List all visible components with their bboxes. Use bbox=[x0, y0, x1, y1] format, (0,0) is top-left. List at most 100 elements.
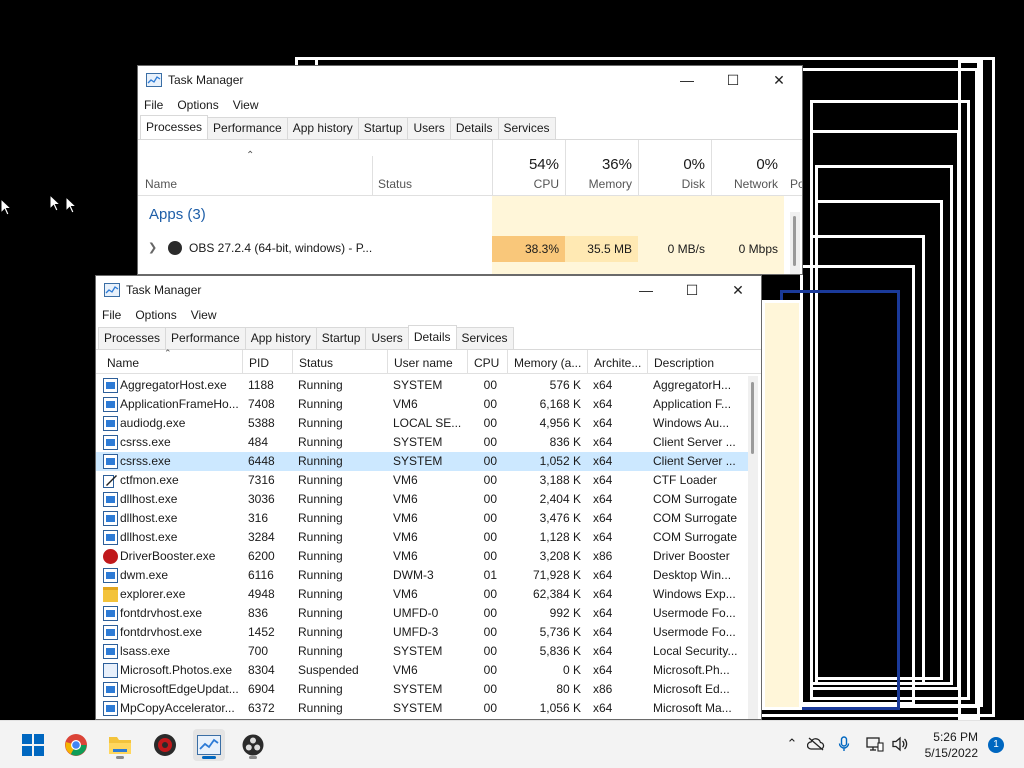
title-bar[interactable]: Task Manager — ☐ ✕ bbox=[96, 276, 761, 304]
tab-startup[interactable]: Startup bbox=[315, 327, 367, 349]
cell-pid: 4948 bbox=[248, 587, 275, 601]
table-row[interactable]: dwm.exe 6116 Running DWM-3 01 71,928 K x64 Desk… bbox=[96, 566, 751, 585]
table-row[interactable]: AggregatorHost.exe 1188 Running SYSTEM 00 576… bbox=[96, 376, 751, 395]
menu-view[interactable]: View bbox=[191, 308, 217, 322]
column-header-network[interactable]: 0% Network bbox=[711, 140, 784, 196]
taskbar-clock[interactable]: 5:26 PM 5/15/2022 bbox=[925, 729, 978, 761]
tab-performance[interactable]: Performance bbox=[165, 327, 246, 349]
table-row[interactable]: ctfmon.exe 7316 Running VM6 00 3,188 K x64 CTF … bbox=[96, 471, 751, 490]
cell-architecture: x64 bbox=[593, 530, 613, 544]
table-row[interactable]: ApplicationFrameHo... 7408 Running VM6 00 6,1… bbox=[96, 395, 751, 414]
tab-details[interactable]: Details bbox=[407, 325, 457, 349]
table-row[interactable]: DriverBooster.exe 6200 Running VM6 00 3,208 K… bbox=[96, 547, 751, 566]
cell-cpu: 00 bbox=[483, 530, 497, 544]
close-button[interactable]: ✕ bbox=[715, 276, 761, 304]
taskbar-chrome[interactable] bbox=[60, 729, 92, 761]
task-manager-window-processes[interactable]: Task Manager — ☐ ✕ File Options View Pro… bbox=[137, 65, 803, 275]
table-row[interactable]: Microsoft.Photos.exe 8304 Suspended VM6 00 0 … bbox=[96, 661, 751, 680]
column-header-status[interactable]: Status bbox=[292, 350, 387, 374]
tab-services[interactable]: Services bbox=[455, 327, 514, 349]
menu-options[interactable]: Options bbox=[177, 98, 218, 112]
table-row[interactable]: explorer.exe 4948 Running VM6 00 62,384 K x64 W… bbox=[96, 585, 751, 604]
application-icon bbox=[103, 397, 118, 412]
column-header-description[interactable]: Description bbox=[647, 350, 745, 374]
process-row[interactable]: ❯ OBS 27.2.4 (64-bit, windows) - P... 38… bbox=[138, 236, 802, 262]
application-icon bbox=[103, 435, 118, 450]
cell-architecture: x64 bbox=[593, 435, 613, 449]
column-header-power[interactable]: Po bbox=[790, 177, 802, 191]
table-row[interactable]: dllhost.exe 316 Running VM6 00 3,476 K x64 COM … bbox=[96, 509, 751, 528]
menu-options[interactable]: Options bbox=[135, 308, 176, 322]
table-row[interactable]: fontdrvhost.exe 1452 Running UMFD-3 00 5,736 … bbox=[96, 623, 751, 642]
cell-user-name: UMFD-3 bbox=[393, 625, 439, 639]
cell-architecture: x64 bbox=[593, 416, 613, 430]
table-row[interactable]: csrss.exe 484 Running SYSTEM 00 836 K x64 Clien… bbox=[96, 433, 751, 452]
table-row[interactable]: MpCopyAccelerator... 6372 Running SYSTEM 00 1… bbox=[96, 699, 751, 718]
volume-icon[interactable] bbox=[891, 735, 909, 753]
title-bar[interactable]: Task Manager — ☐ ✕ bbox=[138, 66, 802, 94]
tab-processes[interactable]: Processes bbox=[98, 327, 167, 349]
table-row[interactable]: csrss.exe 6448 Running SYSTEM 00 1,052 K x64 Cl… bbox=[96, 452, 751, 471]
column-header-disk[interactable]: 0% Disk bbox=[638, 140, 711, 196]
notification-badge[interactable]: 1 bbox=[988, 737, 1004, 753]
minimize-button[interactable]: — bbox=[623, 276, 669, 304]
memory-label: Memory bbox=[588, 177, 632, 191]
maximize-button[interactable]: ☐ bbox=[710, 66, 756, 94]
task-manager-window-details[interactable]: Task Manager — ☐ ✕ File Options View Pro… bbox=[95, 275, 762, 720]
column-header-name[interactable]: Name bbox=[145, 177, 177, 191]
menu-view[interactable]: View bbox=[233, 98, 259, 112]
tab-performance[interactable]: Performance bbox=[207, 117, 288, 139]
tab-app-history[interactable]: App history bbox=[244, 327, 317, 349]
start-button[interactable] bbox=[17, 729, 49, 761]
taskbar-file-explorer[interactable] bbox=[104, 729, 136, 761]
table-row[interactable]: audiodg.exe 5388 Running LOCAL SE... 00 4,956… bbox=[96, 414, 751, 433]
cell-memory: 1,128 K bbox=[539, 530, 581, 544]
cell-pid: 700 bbox=[248, 644, 269, 658]
column-header-cpu[interactable]: CPU bbox=[467, 350, 507, 374]
taskbar-task-manager[interactable] bbox=[193, 729, 225, 761]
microphone-icon[interactable] bbox=[835, 735, 853, 753]
table-row[interactable]: lsass.exe 700 Running SYSTEM 00 5,836 K x64 Loc… bbox=[96, 642, 751, 661]
cell-pid: 8304 bbox=[248, 663, 275, 677]
cell-pid: 6904 bbox=[248, 682, 275, 696]
maximize-button[interactable]: ☐ bbox=[669, 276, 715, 304]
tab-details[interactable]: Details bbox=[449, 117, 499, 139]
tab-users[interactable]: Users bbox=[407, 117, 451, 139]
cell-name: audiodg.exe bbox=[120, 416, 186, 430]
menu-file[interactable]: File bbox=[144, 98, 163, 112]
chevron-right-icon[interactable]: ❯ bbox=[148, 241, 157, 254]
tab-app-history[interactable]: App history bbox=[286, 117, 359, 139]
column-header-memory[interactable]: 36% Memory bbox=[565, 140, 638, 196]
column-header-status[interactable]: Status bbox=[378, 177, 412, 191]
vertical-scrollbar[interactable] bbox=[790, 212, 800, 274]
column-header-pid[interactable]: PID bbox=[242, 350, 292, 374]
cell-memory: 4,956 K bbox=[539, 416, 581, 430]
process-network: 0 Mbps bbox=[738, 242, 778, 256]
network-icon[interactable] bbox=[866, 735, 884, 753]
cell-pid: 6372 bbox=[248, 701, 275, 715]
cell-name: AggregatorHost.exe bbox=[120, 378, 227, 392]
minimize-button[interactable]: — bbox=[664, 66, 710, 94]
column-header-architecture[interactable]: Archite... bbox=[587, 350, 647, 374]
table-row[interactable]: fontdrvhost.exe 836 Running UMFD-0 00 992 K x6… bbox=[96, 604, 751, 623]
tab-processes[interactable]: Processes bbox=[140, 115, 209, 139]
chevron-up-icon[interactable]: ⌃ bbox=[783, 735, 801, 753]
menu-file[interactable]: File bbox=[102, 308, 121, 322]
column-header-name[interactable]: Name bbox=[101, 350, 241, 374]
cell-pid: 6448 bbox=[248, 454, 275, 468]
table-row[interactable]: dllhost.exe 3284 Running VM6 00 1,128 K x64 COM… bbox=[96, 528, 751, 547]
close-button[interactable]: ✕ bbox=[756, 66, 802, 94]
column-header-user-name[interactable]: User name bbox=[387, 350, 467, 374]
table-row[interactable]: dllhost.exe 3036 Running VM6 00 2,404 K x64 COM… bbox=[96, 490, 751, 509]
taskbar-obs[interactable] bbox=[237, 729, 269, 761]
tab-services[interactable]: Services bbox=[497, 117, 556, 139]
table-row[interactable]: MicrosoftEdgeUpdat... 6904 Running SYSTEM 00… bbox=[96, 680, 751, 699]
tab-startup[interactable]: Startup bbox=[357, 117, 409, 139]
vertical-scrollbar[interactable] bbox=[748, 376, 758, 719]
taskbar-driver-booster[interactable] bbox=[149, 729, 181, 761]
cell-status: Running bbox=[298, 397, 343, 411]
column-header-cpu[interactable]: 54% CPU bbox=[492, 140, 565, 196]
tab-users[interactable]: Users bbox=[365, 327, 409, 349]
column-header-memory[interactable]: Memory (a... bbox=[507, 350, 587, 374]
onedrive-offline-icon[interactable] bbox=[807, 735, 825, 753]
